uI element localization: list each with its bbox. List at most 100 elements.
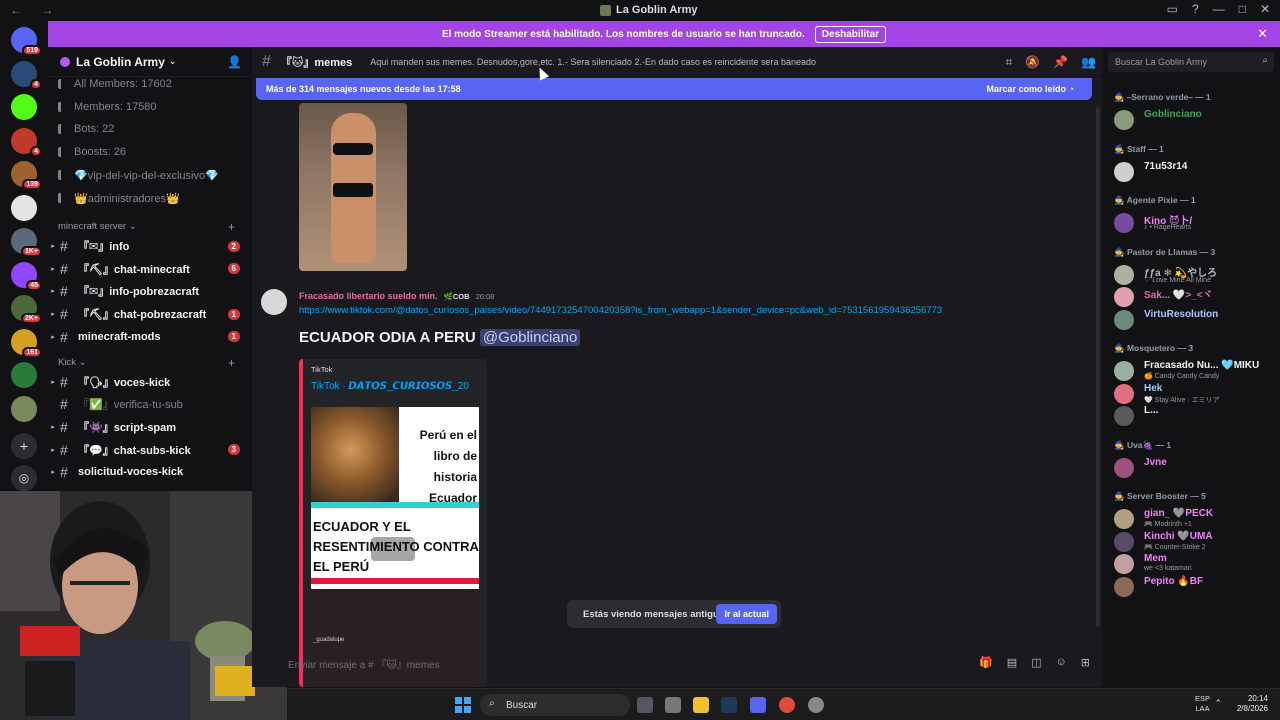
sticker-icon[interactable]: ◫: [1031, 656, 1041, 669]
server-stat-channel[interactable]: 💎vip-del-vip-del-exclusivo💎: [58, 169, 219, 182]
members-icon[interactable]: 👥: [1081, 55, 1096, 70]
close-icon[interactable]: ✕: [1257, 26, 1268, 42]
photoshop-icon[interactable]: [721, 697, 737, 713]
server-icon[interactable]: [11, 94, 37, 120]
member-item[interactable]: VirtuResolution: [1108, 308, 1276, 332]
server-icon[interactable]: [11, 194, 37, 221]
channel-item[interactable]: ▸ # 『⛏』chat-pobrezacraft 1: [48, 304, 244, 324]
channel-item[interactable]: ▸ # 『⛏』chat-minecraft 6: [48, 259, 244, 279]
language-indicator[interactable]: ESP LAA: [1195, 694, 1210, 714]
jump-to-present-button[interactable]: Ir al actual: [716, 604, 777, 624]
server-stat-channel[interactable]: 👑administradores👑: [58, 192, 180, 205]
server-icon[interactable]: [11, 362, 37, 388]
close-window-icon[interactable]: ✕: [1260, 2, 1270, 16]
server-stat-channel[interactable]: All Members: 17602: [58, 78, 172, 90]
member-item[interactable]: Jvne: [1108, 456, 1276, 480]
channel-item[interactable]: ▸ # 『✉』info-pobrezacraft: [48, 281, 244, 301]
server-stat-channel[interactable]: Boosts: 26: [58, 146, 126, 158]
avatar[interactable]: [261, 289, 287, 315]
message-composer[interactable]: Enviar mensaje a # 『🐱』memes 🎁 ▤ ◫ ☺ ⊞: [288, 650, 1094, 676]
member-status: 🎮 Counter-Strike 2: [1144, 543, 1206, 551]
server-icon[interactable]: 4: [11, 127, 42, 157]
divider: [311, 578, 479, 584]
maximize-icon[interactable]: □: [1239, 2, 1246, 16]
search-input[interactable]: Buscar La Goblin Army ⌕: [1108, 52, 1274, 72]
app-icon[interactable]: [808, 697, 824, 713]
create-channel-icon[interactable]: +: [228, 356, 235, 370]
channel-item[interactable]: ▸ # 『👾』script-spam: [48, 417, 244, 437]
server-icon[interactable]: 1K+: [11, 228, 42, 257]
threads-icon[interactable]: ⌗: [1005, 55, 1012, 70]
channel-category[interactable]: Kick ⌄ +: [58, 356, 235, 370]
emoji-icon[interactable]: ☺: [1056, 656, 1067, 669]
server-icon[interactable]: 161: [11, 328, 42, 358]
member-item[interactable]: Kino 😈卜/♪ • RageHearts: [1108, 211, 1276, 235]
user-mention[interactable]: @Goblinciano: [479, 329, 581, 346]
taskbar-search[interactable]: ⌕ Buscar: [480, 694, 630, 716]
gift-icon[interactable]: 🎁: [979, 656, 993, 669]
clock[interactable]: 20:14 2/8/2026: [1237, 694, 1268, 714]
member-item[interactable]: L...: [1108, 404, 1276, 428]
member-name: L...: [1144, 405, 1159, 416]
file-explorer-icon[interactable]: [693, 697, 709, 713]
discord-icon[interactable]: [750, 697, 766, 713]
embed-thumbnail[interactable]: Perú en el libro de historia Ecuador ECU…: [311, 407, 479, 687]
member-item[interactable]: Sak... 🤍>_<ヾ: [1108, 285, 1276, 309]
channel-item[interactable]: ▸ # 『🗣』voces-kick: [48, 372, 244, 392]
scrollbar[interactable]: [1096, 107, 1100, 627]
chrome-icon[interactable]: [779, 697, 795, 713]
history-nav[interactable]: ← →: [10, 3, 61, 17]
invite-icon[interactable]: 👤: [227, 55, 242, 69]
server-stat-channel[interactable]: Bots: 22: [58, 123, 114, 135]
attached-photo[interactable]: [299, 103, 407, 271]
server-icon[interactable]: 4: [11, 60, 42, 90]
channel-item[interactable]: ▸ # 『✉』info 2: [48, 236, 244, 256]
member-item[interactable]: gian_ 🩶PECK 🎮 Modrinth +1: [1108, 507, 1276, 531]
start-icon[interactable]: [455, 697, 471, 713]
channel-category[interactable]: minecraft server ⌄ +: [58, 220, 235, 234]
server-icon[interactable]: 2K+: [11, 295, 42, 324]
disable-streamer-button[interactable]: Deshabilitar: [814, 25, 887, 43]
help-icon[interactable]: ?: [1192, 2, 1199, 16]
message-author[interactable]: Fracasado libertario sueldo mín.: [299, 291, 438, 301]
channel-item[interactable]: ▸ # minecraft-mods 1: [48, 327, 244, 347]
server-icon[interactable]: 139: [11, 161, 42, 190]
server-icon[interactable]: 519: [11, 27, 42, 56]
play-icon[interactable]: [371, 537, 415, 561]
member-item[interactable]: Fracasado Nu... 🩵MIKU 🍊 Candy Candy Candy: [1108, 359, 1276, 383]
member-item[interactable]: Goblinciano: [1108, 108, 1276, 132]
member-item[interactable]: Mem we <3 katamari: [1108, 552, 1276, 576]
gif-icon[interactable]: ▤: [1007, 656, 1017, 669]
member-item[interactable]: Pepito 🔥BF: [1108, 575, 1276, 599]
create-channel-icon[interactable]: +: [228, 220, 235, 234]
inbox-icon[interactable]: ▭: [1167, 2, 1178, 16]
apps-icon[interactable]: ⊞: [1081, 656, 1090, 669]
server-icon[interactable]: [11, 395, 37, 422]
channel-item[interactable]: ▸ # 『💬』chat-subs-kick 3: [48, 440, 244, 460]
tray-chevron-icon[interactable]: ⌃: [1214, 698, 1222, 709]
embed-author[interactable]: TikTok · 𝘿𝘼𝙏𝙊𝙎_𝘾𝙐𝙍𝙄𝙊𝙎𝙊𝙎_20: [311, 381, 469, 392]
pin-icon[interactable]: 📌: [1053, 55, 1068, 70]
task-view-icon[interactable]: [637, 697, 653, 713]
minimize-icon[interactable]: —: [1213, 2, 1225, 16]
server-header[interactable]: La Goblin Army ⌄ 👤: [48, 47, 252, 77]
discover-icon[interactable]: ◎: [11, 465, 37, 491]
channel-topic[interactable]: Aqui manden sus memes. Desnudos,gore,etc…: [370, 57, 816, 67]
guild-tag[interactable]: 🌿COB: [444, 292, 470, 301]
mute-bell-icon[interactable]: 🔕: [1025, 55, 1040, 70]
member-status: ♪ • RageHearts: [1144, 224, 1192, 231]
mark-as-read-button[interactable]: Marcar como leído ◔: [987, 84, 1074, 94]
channel-item[interactable]: ▸ # solicitud-voces-kick: [48, 462, 244, 482]
member-item[interactable]: Kinchi 🩶UMA 🎮 Counter-Strike 2: [1108, 530, 1276, 554]
server-stat-channel[interactable]: Members: 17580: [58, 101, 157, 113]
channel-item[interactable]: # 『✅』verifica-tu-sub: [48, 394, 244, 414]
server-icon[interactable]: 45: [11, 261, 42, 291]
member-group-header: 🧙 Mosquetero — 3: [1114, 343, 1194, 353]
new-messages-bar[interactable]: Más de 314 mensajes nuevos desde las 17:…: [256, 78, 1092, 100]
member-item[interactable]: Hek 🤍 Stay Alive · エミリア: [1108, 382, 1276, 406]
app-icon[interactable]: [665, 697, 681, 713]
message-link[interactable]: https://www.tiktok.com/@datos_curiosos_p…: [299, 305, 942, 316]
add-server-icon[interactable]: +: [11, 433, 37, 459]
member-item[interactable]: ƒƒa ❄ 💫やしろ ♡ Love Mine All Mine: [1108, 263, 1276, 287]
member-item[interactable]: 71u53r14: [1108, 160, 1276, 184]
